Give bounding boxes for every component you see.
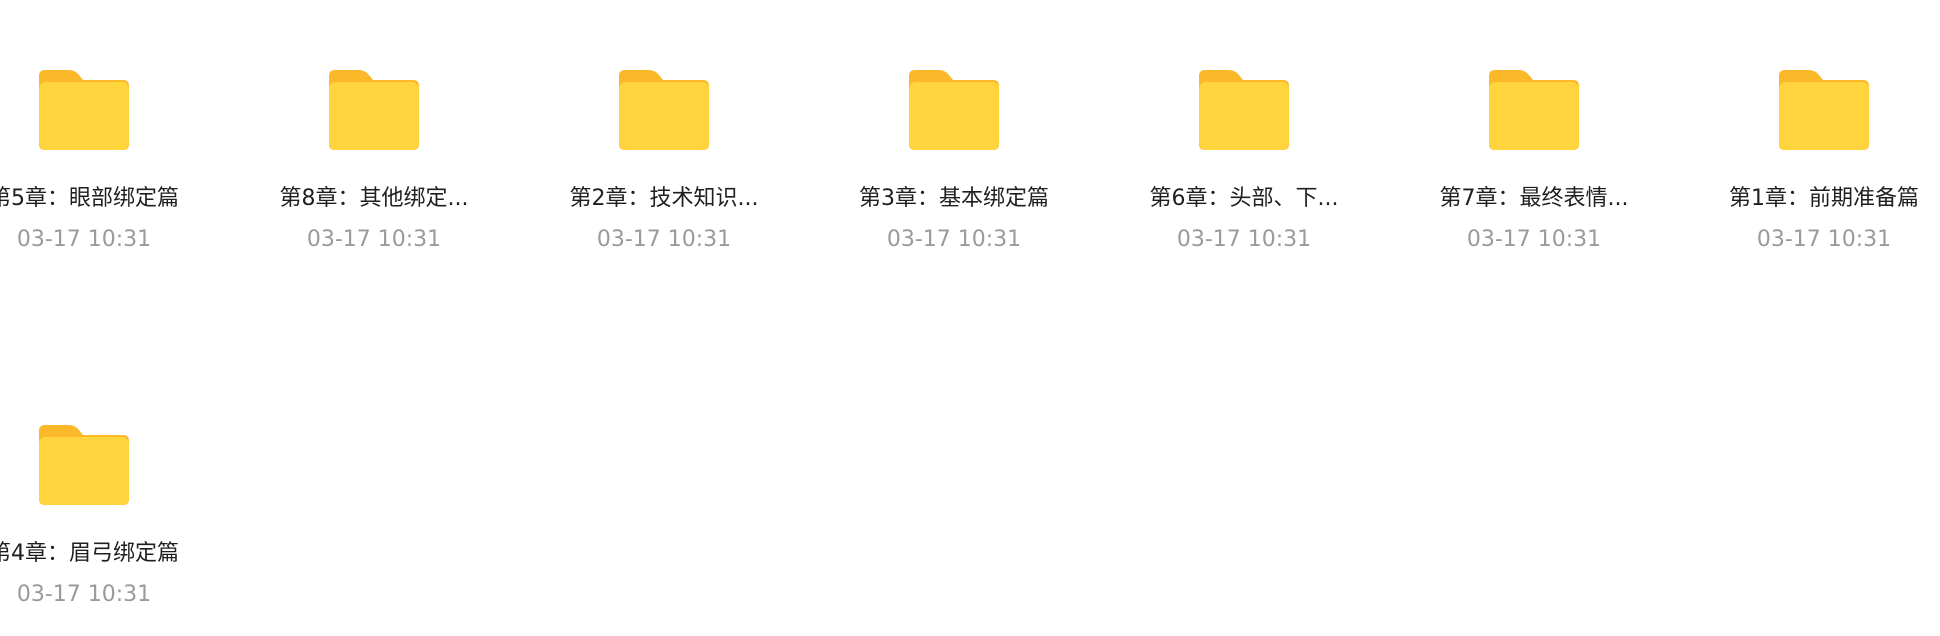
folder-icon xyxy=(909,70,999,150)
folder-icon xyxy=(619,70,709,150)
folder-modified-time: 03-17 10:31 xyxy=(886,227,1022,252)
folder-icon xyxy=(39,70,129,150)
folder-modified-time: 03-17 10:31 xyxy=(16,227,152,252)
folder-item[interactable]: 第1章：前期准备篇 03-17 10:31 xyxy=(1694,70,1940,280)
folder-modified-time: 03-17 10:31 xyxy=(16,582,152,607)
folder-name: 第3章：基本绑定篇 xyxy=(859,186,1049,211)
folder-name: 第8章：其他绑定... xyxy=(279,186,469,211)
folder-icon xyxy=(1489,70,1579,150)
folder-name: 第1章：前期准备篇 xyxy=(1729,186,1919,211)
folder-name: 第2章：技术知识... xyxy=(569,186,759,211)
folder-item[interactable]: 第5章：眼部绑定篇 03-17 10:31 xyxy=(0,70,214,280)
folder-item[interactable]: 第3章：基本绑定篇 03-17 10:31 xyxy=(824,70,1084,280)
folder-item[interactable]: 第4章：眉弓绑定篇 03-17 10:31 xyxy=(0,425,214,635)
folder-item[interactable]: 第8章：其他绑定... 03-17 10:31 xyxy=(244,70,504,280)
folder-modified-time: 03-17 10:31 xyxy=(596,227,732,252)
folder-item[interactable]: 第6章：头部、下... 03-17 10:31 xyxy=(1114,70,1374,280)
folder-icon xyxy=(329,70,419,150)
folder-item[interactable]: 第7章：最终表情... 03-17 10:31 xyxy=(1404,70,1664,280)
folder-modified-time: 03-17 10:31 xyxy=(1176,227,1312,252)
folder-modified-time: 03-17 10:31 xyxy=(1756,227,1892,252)
folder-name: 第4章：眉弓绑定篇 xyxy=(0,541,179,566)
folder-name: 第5章：眼部绑定篇 xyxy=(0,186,179,211)
folder-modified-time: 03-17 10:31 xyxy=(1466,227,1602,252)
folder-name: 第6章：头部、下... xyxy=(1149,186,1339,211)
folder-name: 第7章：最终表情... xyxy=(1439,186,1629,211)
folder-icon xyxy=(39,425,129,505)
folder-icon xyxy=(1199,70,1289,150)
folder-modified-time: 03-17 10:31 xyxy=(306,227,442,252)
folder-item[interactable]: 第2章：技术知识... 03-17 10:31 xyxy=(534,70,794,280)
folder-icon xyxy=(1779,70,1869,150)
